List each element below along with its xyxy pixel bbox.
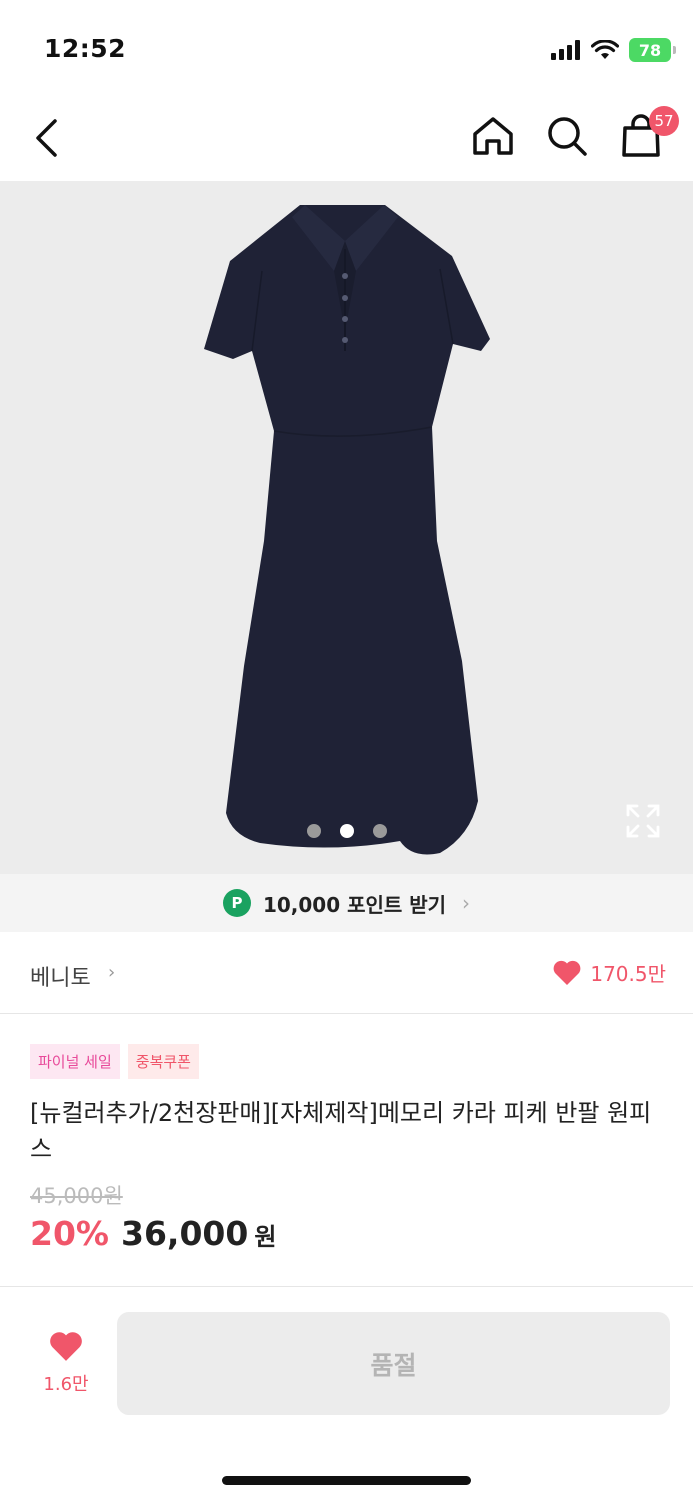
battery-icon: 78: [629, 38, 676, 62]
chevron-right-icon: ›: [108, 962, 116, 983]
wifi-icon: [591, 40, 619, 59]
sold-out-button[interactable]: 품절: [117, 1312, 670, 1415]
carousel-dot[interactable]: [372, 824, 387, 838]
carousel-dots: [0, 824, 693, 838]
product-tags: 파이널 세일 중복쿠폰: [30, 1044, 199, 1079]
product-image: [204, 205, 490, 855]
status-time: 12:52: [44, 34, 127, 63]
discount-rate: 20%: [30, 1214, 109, 1253]
status-icons: 78: [551, 38, 676, 62]
points-icon: P: [222, 889, 251, 917]
heart-icon: [553, 960, 581, 985]
product-image-gallery[interactable]: [0, 181, 693, 874]
tag-final-sale: 파이널 세일: [30, 1044, 120, 1079]
status-bar: 12:52 78: [0, 0, 693, 90]
points-banner[interactable]: P 10,000 포인트 받기 ›: [0, 874, 693, 932]
wish-button[interactable]: 1.6만: [28, 1330, 104, 1410]
cart-count-badge: 57: [649, 106, 679, 136]
carousel-dot-active[interactable]: [339, 824, 354, 838]
brand-name-link[interactable]: 베니토: [30, 960, 91, 992]
chevron-right-icon: ›: [462, 891, 471, 915]
heart-icon: [50, 1332, 82, 1361]
back-button[interactable]: [26, 114, 66, 162]
brand-likes[interactable]: 170.5만: [552, 958, 666, 987]
home-button[interactable]: [469, 112, 517, 160]
price-row: 20% 36,000 원: [30, 1214, 276, 1253]
currency: 원: [254, 1223, 277, 1251]
expand-icon[interactable]: [625, 803, 661, 839]
tag-coupon: 중복쿠폰: [127, 1044, 199, 1079]
search-button[interactable]: [543, 112, 591, 160]
brand-likes-count: 170.5만: [590, 962, 666, 986]
cart-button[interactable]: 57: [617, 106, 679, 160]
brand-row: 베니토 › 170.5만: [0, 932, 693, 1014]
top-nav: 57: [0, 90, 693, 182]
home-indicator: [222, 1476, 471, 1485]
signal-icon: [551, 40, 580, 60]
sale-price: 36,000: [121, 1214, 249, 1253]
wish-count: 1.6만: [43, 1374, 89, 1395]
battery-level: 78: [638, 40, 662, 60]
product-title: [뉴컬러추가/2천장판매][자체제작]메모리 카라 피케 반팔 원피스: [30, 1099, 652, 1163]
carousel-dot[interactable]: [306, 824, 321, 838]
home-icon: [473, 117, 513, 155]
search-icon: [548, 117, 587, 156]
original-price: 45,000원: [30, 1184, 123, 1208]
points-text: 10,000 포인트 받기: [262, 892, 447, 917]
divider: [0, 1286, 693, 1287]
chevron-left-icon: [36, 119, 57, 157]
